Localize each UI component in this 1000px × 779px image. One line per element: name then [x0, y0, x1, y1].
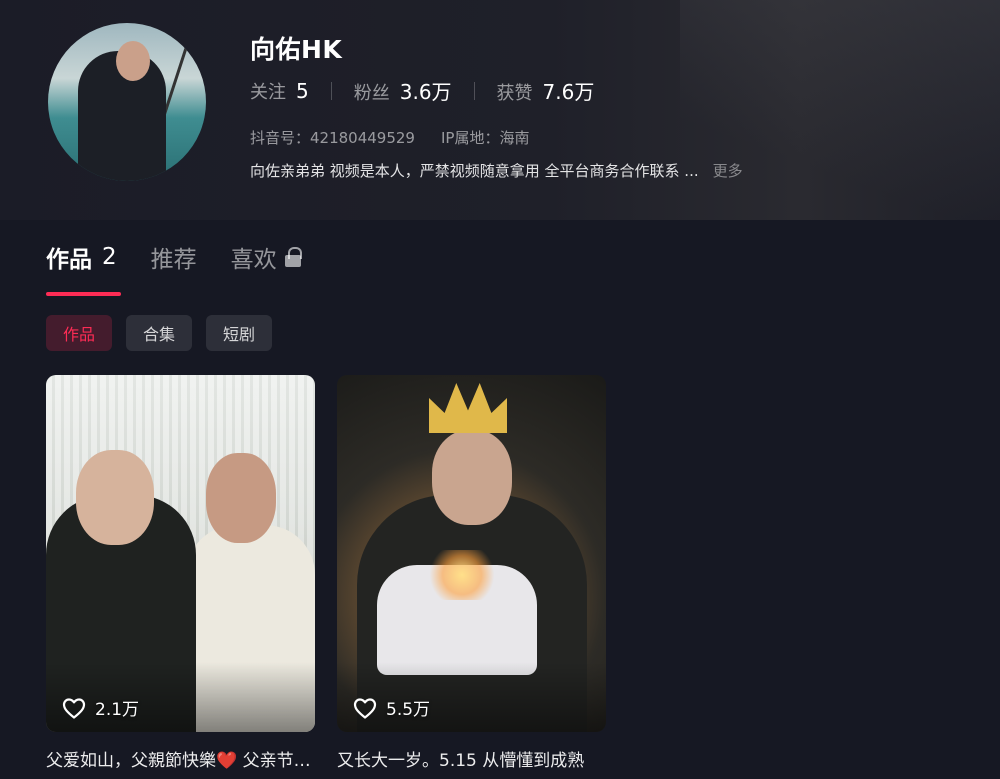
profile-tabs: 作品 2 推荐 喜欢 — [46, 240, 335, 274]
profile-bio: 向佐亲弟弟 视频是本人，严禁视频随意拿用 全平台商务合作联系 ... 更多 — [250, 160, 743, 181]
father-face — [206, 453, 276, 543]
heart-icon — [353, 697, 377, 719]
stat-label: 关注 — [250, 81, 286, 103]
stat-value: 3.6万 — [399, 80, 452, 104]
stat-label: 获赞 — [496, 83, 533, 104]
video-likes: 2.1万 — [62, 695, 139, 720]
ip-location: IP属地：海南 — [440, 129, 530, 147]
video-card[interactable]: 5.5万 又长大一岁。5.15 从懵懂到成熟 — [337, 375, 606, 771]
lock-icon — [284, 247, 302, 267]
likes-count: 2.1万 — [95, 700, 140, 720]
bio-more-link[interactable]: 更多 — [713, 160, 743, 181]
douyin-id: 抖音号：42180449529 — [250, 129, 415, 147]
avatar[interactable] — [48, 23, 206, 181]
candle-glow — [427, 550, 497, 600]
profile-stats: 关注 5 粉丝 3.6万 获赞 7.6万 — [250, 76, 594, 105]
filter-chips: 作品 合集 短剧 — [46, 315, 286, 351]
stat-value: 5 — [296, 78, 309, 103]
bio-text: 向佐亲弟弟 视频是本人，严禁视频随意拿用 全平台商务合作联系 ... — [250, 162, 699, 180]
tab-count: 2 — [102, 244, 117, 270]
person-face — [432, 430, 512, 525]
video-thumbnail[interactable]: 5.5万 — [337, 375, 606, 732]
tab-likes[interactable]: 喜欢 — [230, 240, 302, 274]
video-caption[interactable]: 父爱如山，父親節快樂❤️ 父亲节快乐 — [46, 746, 315, 771]
video-caption[interactable]: 又长大一岁。5.15 从懵懂到成熟 — [337, 746, 606, 771]
profile-meta: 抖音号：42180449529 IP属地：海南 — [250, 127, 529, 148]
likes-stat: 获赞 7.6万 — [497, 76, 595, 105]
stat-divider — [473, 81, 475, 100]
birthday-crown — [429, 383, 507, 433]
stat-label: 粉丝 — [353, 83, 390, 104]
tab-label: 喜欢 — [230, 247, 277, 273]
followers-stat[interactable]: 粉丝 3.6万 — [354, 76, 452, 105]
tab-recommend[interactable]: 推荐 — [151, 240, 197, 274]
likes-count: 5.5万 — [386, 700, 431, 720]
chip-short-dramas[interactable]: 短剧 — [206, 315, 273, 351]
tab-label: 作品 — [46, 247, 92, 273]
tab-works[interactable]: 作品 2 — [46, 240, 117, 274]
chip-collections[interactable]: 合集 — [126, 315, 193, 351]
active-tab-indicator — [46, 292, 121, 296]
avatar-face — [116, 41, 150, 81]
chip-works[interactable]: 作品 — [46, 315, 113, 351]
profile-nickname: 向佑HK — [250, 35, 343, 64]
tab-label: 推荐 — [150, 247, 197, 273]
stat-divider — [330, 81, 332, 100]
video-card[interactable]: 2.1万 父爱如山，父親節快樂❤️ 父亲节快乐 — [46, 375, 315, 771]
video-thumbnail[interactable]: 2.1万 — [46, 375, 315, 732]
video-grid: 2.1万 父爱如山，父親節快樂❤️ 父亲节快乐 5.5万 又长大一岁。5.15 … — [46, 375, 628, 771]
son-face — [76, 450, 154, 545]
heart-icon — [62, 697, 86, 719]
stat-value: 7.6万 — [542, 80, 595, 104]
following-stat[interactable]: 关注 5 — [250, 78, 309, 104]
video-likes: 5.5万 — [353, 695, 430, 720]
